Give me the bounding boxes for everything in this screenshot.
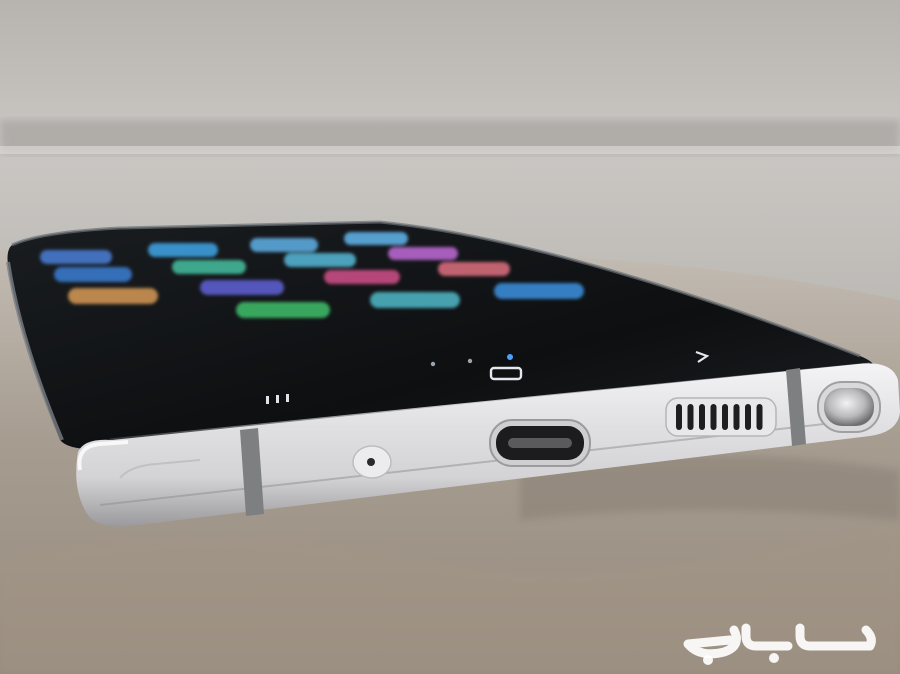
app-icon [438, 262, 510, 276]
app-icon [40, 250, 112, 264]
speaker-slot [699, 404, 705, 430]
haraj-watermark-logo [683, 623, 876, 665]
app-icon [172, 260, 246, 274]
photo-scene [0, 0, 900, 674]
app-icon [370, 292, 460, 308]
app-icon [250, 238, 318, 252]
speaker-slot [733, 404, 740, 430]
app-icon [54, 267, 132, 282]
speaker-grille-icon [665, 397, 777, 437]
speaker-slot [745, 404, 751, 430]
usb-c-port-icon [489, 419, 591, 467]
app-icon [236, 302, 330, 318]
app-icon [324, 270, 400, 284]
speaker-slot [687, 404, 694, 430]
app-icon [284, 253, 356, 267]
app-icon [344, 232, 408, 245]
wall-seam-highlight [0, 146, 900, 154]
speaker-slot [676, 404, 682, 430]
speaker-slot [756, 404, 763, 430]
app-icon [494, 283, 584, 299]
phone-photo [0, 0, 900, 674]
app-icon [68, 288, 158, 304]
app-icon [148, 243, 218, 257]
speaker-slot [710, 404, 717, 430]
app-icon [388, 247, 458, 260]
microphone-hole-icon [352, 445, 392, 479]
s-pen-button-icon [817, 381, 881, 433]
speaker-slot [722, 404, 728, 430]
app-icon [200, 280, 284, 295]
